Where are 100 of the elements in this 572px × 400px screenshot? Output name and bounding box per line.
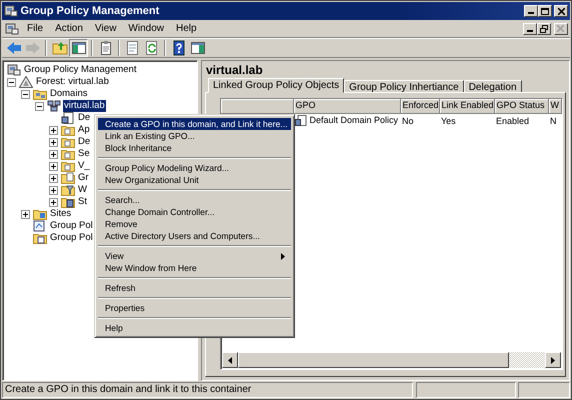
tab[interactable]: Linked Group Policy Objects [208,78,344,93]
details-title: virtual.lab [205,63,264,78]
pane-icon [190,40,206,56]
folder-icon [61,148,75,160]
tab[interactable]: Group Policy Inhertiance [344,80,464,93]
column-header[interactable]: Enforced [400,99,439,113]
status-text: Create a GPO in this domain and link it to this container [2,382,413,398]
back-icon [6,40,22,56]
expand-icon[interactable] [21,210,30,218]
folder-icon [52,40,68,56]
folder-icon [33,208,47,220]
column-header[interactable]: GPO [293,99,400,113]
tree-item[interactable]: Sites [49,208,72,220]
toolbar-button[interactable] [188,39,207,57]
restore-icon [540,24,548,32]
tree-item[interactable]: Forest: virtual.lab [35,76,110,88]
menu-item[interactable]: View [98,250,291,262]
tree-item[interactable]: Se [77,148,91,160]
triangle-icon [19,76,33,88]
menu-item[interactable]: Search... [98,194,291,206]
tree-item[interactable]: Group Policy Management [23,64,138,76]
menu-item[interactable]: Refresh [98,282,291,294]
expand-icon[interactable] [49,198,58,206]
folder-icon [61,172,75,184]
close-icon [557,25,564,32]
scroll-right-button[interactable] [545,352,561,368]
forward-icon [24,40,40,56]
collapse-icon[interactable] [35,102,44,110]
menu-item[interactable]: New Organizational Unit [98,174,291,186]
close-icon [558,8,564,14]
window-title: Group Policy Management [20,4,160,19]
expand-icon[interactable] [49,174,58,182]
arrow-left-icon [228,356,232,364]
folder-icon [61,124,75,136]
document-icon [33,220,47,232]
scroll-left-button[interactable] [222,352,238,368]
menu-item[interactable]: View [88,20,122,36]
toolbar-button[interactable] [69,39,88,57]
document-icon [124,40,140,56]
expand-icon[interactable] [49,126,58,134]
restore-button[interactable] [537,22,551,34]
menu-item[interactable]: Window [122,20,170,36]
network-icon [47,100,61,112]
expand-icon[interactable] [49,150,58,158]
menu-item[interactable]: Help [170,20,203,36]
tree-item[interactable]: Ap [77,124,91,136]
table-cell: No [402,116,414,126]
menu-item[interactable]: File [21,20,50,36]
tree-item[interactable]: Domains [49,88,88,100]
collapse-icon[interactable] [21,90,30,98]
tree-item[interactable]: Group Pol [49,232,94,244]
column-header[interactable]: W [548,99,562,113]
close-button[interactable] [554,5,568,17]
menu-item[interactable]: Block Inheritance [98,142,291,154]
column-header[interactable]: GPO Status [494,99,548,113]
folder-icon [61,136,75,148]
table-cell: Enabled [496,116,530,126]
arrow-right-icon [551,356,555,364]
tree-item[interactable]: St [77,196,88,208]
table-cell: Default Domain Policy [310,114,398,127]
menu-item[interactable]: Create a GPO in this domain, and Link it here... [98,118,291,130]
menu-item[interactable]: Remove [98,218,291,230]
folder-icon [33,88,47,100]
menu-item[interactable]: Change Domain Controller... [98,206,291,218]
menu-item[interactable]: Link an Existing GPO... [98,130,291,142]
folder-icon [33,232,47,244]
document-icon [295,114,307,126]
document-icon [61,112,75,124]
folder-icon [61,196,75,208]
menu-item[interactable]: Active Directory Users and Computers... [98,230,291,242]
menu-item[interactable]: Action [49,20,89,36]
expand-icon[interactable] [49,186,58,194]
menu-item[interactable]: Properties [98,302,291,314]
tree-item[interactable]: V_ [77,160,91,172]
horizontal-scrollbar[interactable] [222,352,561,368]
scrollbar-thumb[interactable] [238,352,510,368]
tab[interactable]: Delegation [464,80,522,93]
menu-item[interactable]: Group Policy Modeling Wizard... [98,162,291,174]
console-icon [7,64,21,76]
minimize-button[interactable] [523,22,537,34]
maximize-icon [540,8,548,14]
menu-item[interactable]: New Window from Here [98,262,291,274]
tree-item[interactable]: Gr [77,172,90,184]
folder-icon [61,184,75,196]
maximize-button[interactable] [538,5,552,17]
column-header[interactable]: Link Enabled [439,99,494,113]
folder-icon [61,160,75,172]
expand-icon[interactable] [49,162,58,170]
tree-item[interactable]: W [77,184,88,196]
menu-item[interactable]: Help [98,322,291,334]
tree-item[interactable]: De [77,112,92,124]
refresh-icon [144,40,160,56]
table-cell: Yes [441,116,456,126]
close-button[interactable] [554,22,568,34]
collapse-icon[interactable] [7,78,16,86]
tree-item[interactable]: De [77,136,92,148]
expand-icon[interactable] [49,138,58,146]
minimize-button[interactable] [524,5,538,17]
tree-item[interactable]: virtual.lab [63,100,106,112]
tree-item[interactable]: Group Pol [49,220,94,232]
